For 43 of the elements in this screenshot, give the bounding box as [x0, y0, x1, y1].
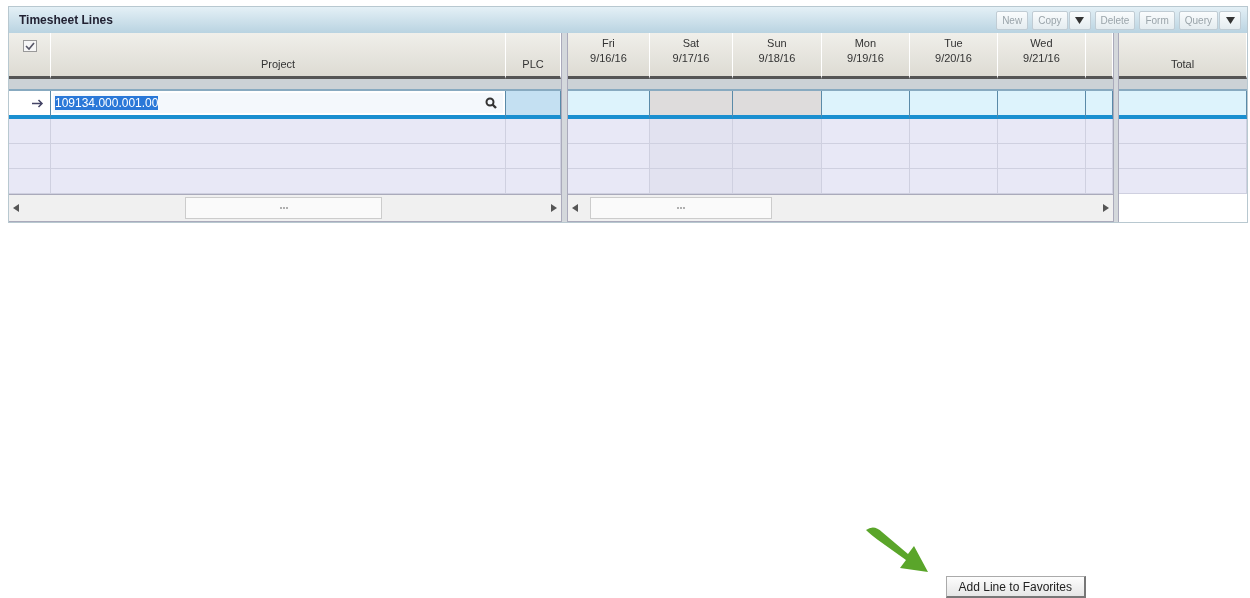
- table-cell[interactable]: [1085, 91, 1113, 119]
- day-column-header[interactable]: Fri 9/16/16: [567, 33, 650, 79]
- dropdown-button[interactable]: [1068, 10, 1091, 30]
- horizontal-scrollbar[interactable]: [9, 194, 561, 222]
- arrow-icon: [32, 98, 44, 108]
- scroll-left-icon[interactable]: [13, 204, 19, 212]
- add-to-favorites-button[interactable]: Add Line to Favorites: [945, 576, 1086, 598]
- pane-splitter[interactable]: [1112, 33, 1119, 222]
- project-value: 109134.000.001.00: [55, 96, 159, 110]
- hours-cell[interactable]: [821, 91, 910, 119]
- checkbox-icon[interactable]: [22, 40, 37, 53]
- day-column-header[interactable]: Mon 9/19/16: [821, 33, 910, 79]
- day-column-header[interactable]: Sat 9/17/16: [649, 33, 733, 79]
- row-marker-cell[interactable]: [9, 91, 51, 119]
- scroll-thumb[interactable]: [185, 197, 382, 219]
- hours-cell[interactable]: [909, 91, 998, 119]
- caret-icon: [1225, 16, 1235, 24]
- horizontal-scrollbar[interactable]: [567, 194, 1113, 222]
- search-icon[interactable]: [485, 97, 497, 109]
- day-column-header[interactable]: Wed 9/21/16: [997, 33, 1086, 79]
- day-column-header[interactable]: Sun 9/18/16: [732, 33, 822, 79]
- grip-icon: [279, 206, 288, 210]
- column-header[interactable]: Total: [1119, 33, 1247, 79]
- scroll-thumb[interactable]: [589, 197, 772, 219]
- table-cell[interactable]: [506, 91, 561, 119]
- panel-title: Timesheet Lines: [19, 13, 113, 27]
- caret-icon: [1075, 16, 1084, 24]
- scroll-right-icon[interactable]: [551, 204, 557, 212]
- column-header[interactable]: Project: [51, 33, 506, 79]
- grip-icon: [676, 206, 685, 210]
- scroll-left-icon[interactable]: [571, 204, 578, 212]
- project-cell[interactable]: 109134.000.001.00: [51, 91, 506, 119]
- column-header[interactable]: [1085, 33, 1113, 79]
- day-column-header[interactable]: Tue 9/20/16: [909, 33, 998, 79]
- scroll-right-icon[interactable]: [1102, 204, 1109, 212]
- hours-cell[interactable]: [997, 91, 1086, 119]
- column-header[interactable]: PLC: [506, 33, 561, 79]
- hours-cell[interactable]: [649, 91, 733, 119]
- hours-cell[interactable]: [567, 91, 650, 119]
- project-field[interactable]: 109134.000.001.00: [53, 93, 503, 113]
- dropdown-button[interactable]: [1219, 10, 1241, 30]
- hours-cell[interactable]: [732, 91, 822, 119]
- select-all-header[interactable]: [9, 33, 51, 79]
